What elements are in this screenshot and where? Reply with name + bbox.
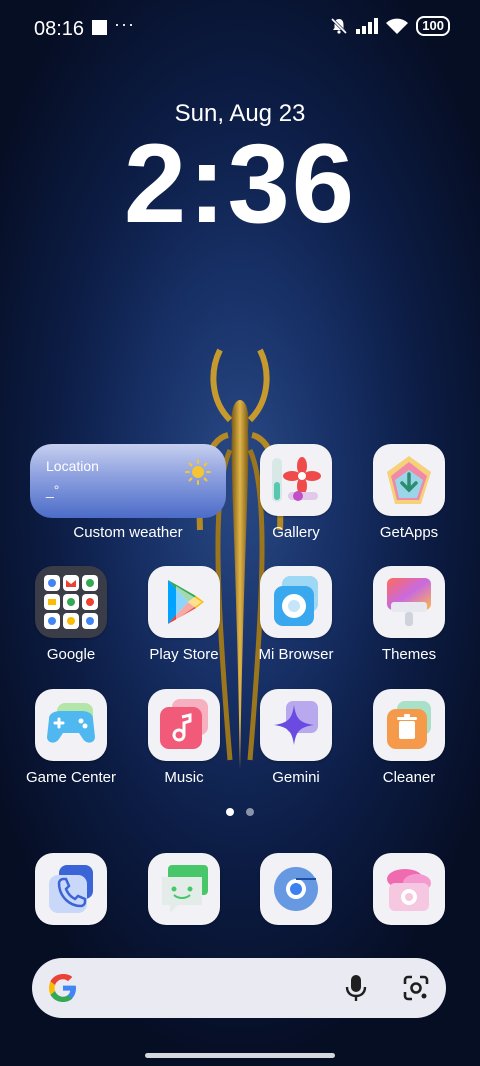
status-bar: 08:16 ··· 100 (0, 0, 480, 56)
app-label: Play Store (149, 646, 219, 663)
weather-temperature: _° (46, 482, 60, 498)
app-label: Game Center (25, 769, 117, 786)
signal-icon (356, 18, 379, 34)
page-dot[interactable] (226, 808, 234, 816)
game-center-icon (35, 689, 107, 761)
page-indicator (0, 808, 480, 816)
clock-time: 2:36 (123, 121, 357, 246)
music-icon (148, 689, 220, 761)
app-label: Gemini (272, 769, 320, 786)
status-more-indicator: ··· (114, 14, 135, 34)
app-label: Cleaner (382, 769, 436, 786)
wifi-icon (386, 18, 409, 34)
app-getapps[interactable]: GetApps (354, 444, 464, 541)
app-label: Google (46, 646, 96, 663)
silent-bell-icon (331, 17, 348, 35)
status-time: 08:16 (34, 18, 85, 40)
page-dot[interactable] (246, 808, 254, 816)
chrome-icon (260, 853, 332, 925)
weather-location: Location (46, 458, 99, 474)
cleaner-icon (373, 689, 445, 761)
battery-indicator: 100 (416, 16, 450, 36)
sun-icon (185, 459, 211, 485)
google-logo-icon (49, 974, 76, 1002)
app-gallery[interactable]: Gallery (241, 444, 351, 541)
app-gemini[interactable]: Gemini (241, 689, 351, 786)
dock-chrome[interactable] (241, 853, 351, 925)
status-icons: 100 (330, 16, 450, 36)
app-game-center[interactable]: Game Center (16, 689, 126, 786)
themes-icon (373, 566, 445, 638)
app-label: Mi Browser (258, 646, 334, 663)
app-label: GetApps (379, 524, 439, 541)
app-play-store[interactable]: Play Store (129, 566, 239, 663)
app-label: Themes (381, 646, 437, 663)
play-store-icon (148, 566, 220, 638)
app-mi-browser[interactable]: Mi Browser (241, 566, 351, 663)
dock-messages[interactable] (129, 853, 239, 925)
weather-widget-caption: Custom weather (73, 524, 183, 541)
dock-phone[interactable] (16, 853, 126, 925)
app-music[interactable]: Music (129, 689, 239, 786)
app-label: Music (164, 769, 204, 786)
microphone-icon[interactable] (342, 973, 370, 1003)
google-lens-icon[interactable] (402, 974, 430, 1002)
messages-icon (148, 853, 220, 925)
app-themes[interactable]: Themes (354, 566, 464, 663)
camera-icon (373, 853, 445, 925)
gallery-icon (260, 444, 332, 516)
google-folder-icon (35, 566, 107, 638)
app-label: Gallery (272, 524, 320, 541)
gemini-icon (260, 689, 332, 761)
mi-browser-icon (260, 566, 332, 638)
google-search-bar[interactable] (32, 958, 446, 1018)
dock-camera[interactable] (354, 853, 464, 925)
folder-google[interactable]: Google (16, 566, 126, 663)
notification-square-icon (92, 20, 107, 35)
phone-icon (35, 853, 107, 925)
app-cleaner[interactable]: Cleaner (354, 689, 464, 786)
weather-widget[interactable]: Location _° (30, 444, 226, 518)
getapps-icon (373, 444, 445, 516)
home-indicator[interactable] (145, 1053, 335, 1058)
